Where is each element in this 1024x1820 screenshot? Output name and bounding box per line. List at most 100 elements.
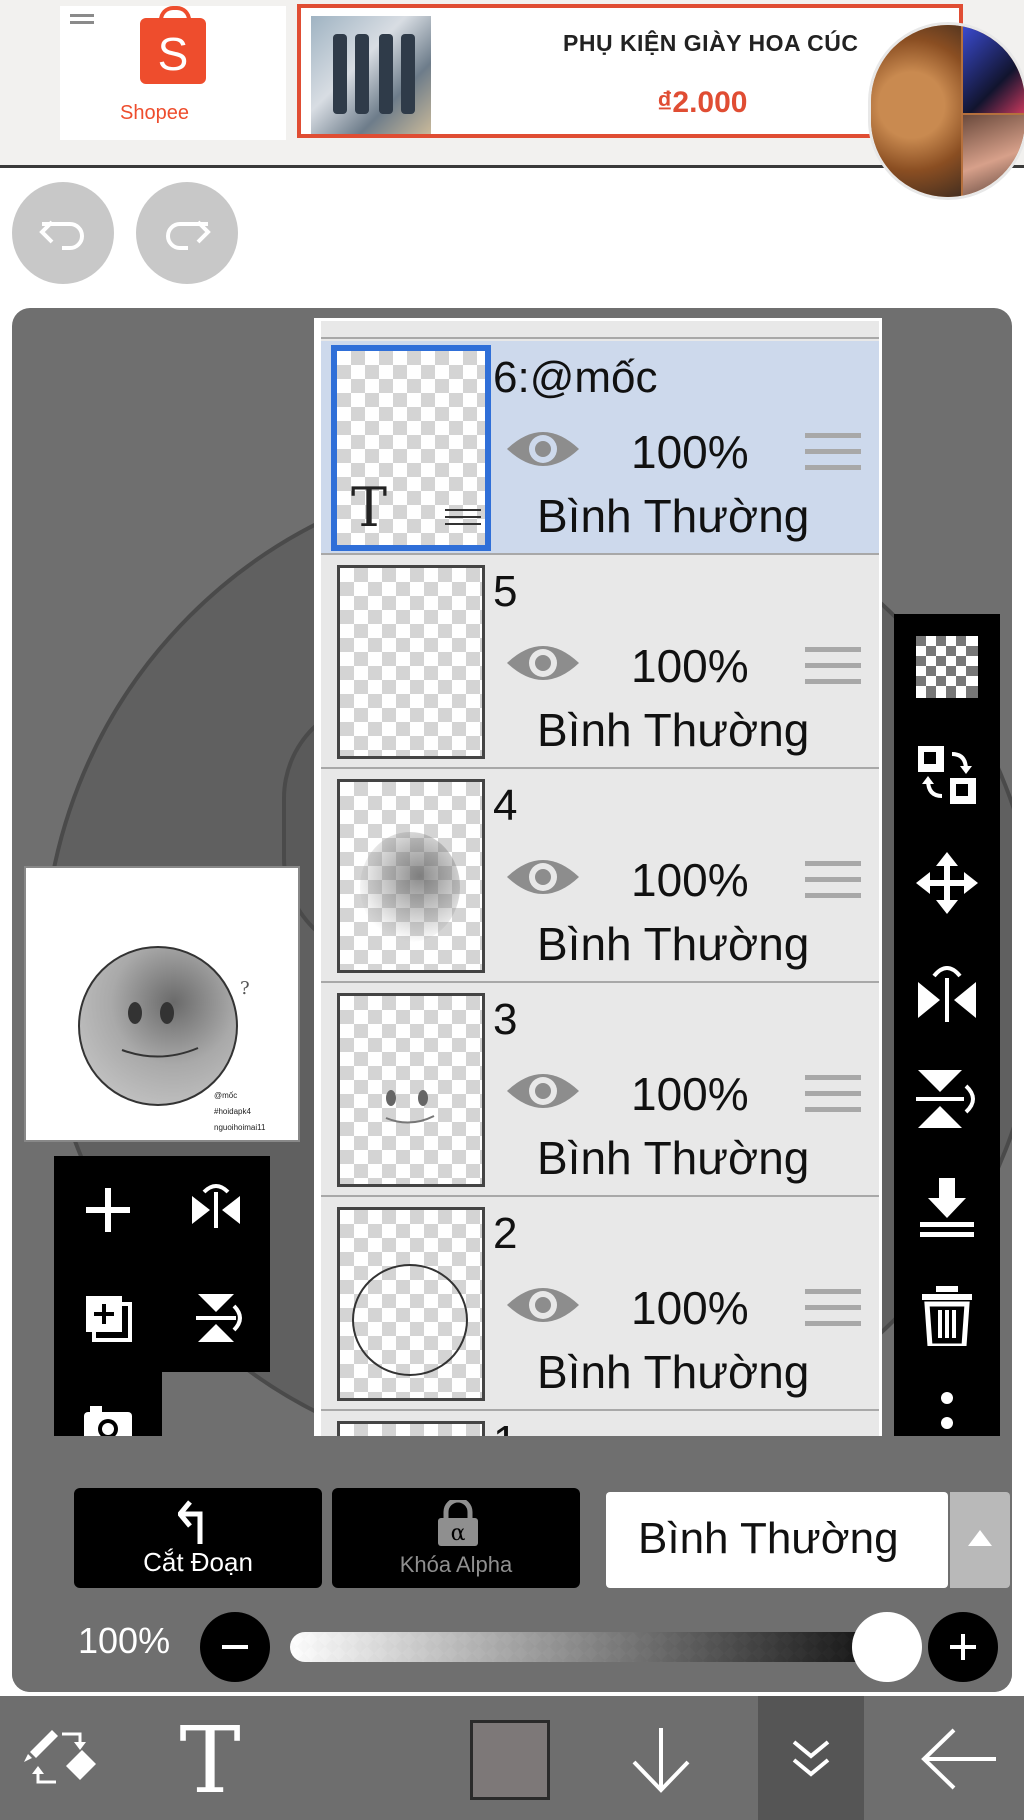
redo-button[interactable] — [136, 182, 238, 284]
layer-row-5[interactable]: 5 100% Bình Thường — [321, 555, 879, 769]
swap-layers-button[interactable] — [894, 722, 1000, 830]
blend-mode-dropdown-arrow-icon[interactable] — [950, 1492, 1010, 1588]
flip-layer-vertical-button[interactable] — [162, 1264, 270, 1372]
add-layer-button[interactable] — [54, 1156, 162, 1264]
layer-name: 2 — [493, 1209, 518, 1258]
flip-vertical-button[interactable] — [894, 1046, 1000, 1154]
drag-handle-icon[interactable] — [805, 1289, 861, 1337]
layer-opacity: 100% — [631, 854, 749, 906]
clipping-label: Cắt Đoạn — [143, 1547, 253, 1577]
undo-button[interactable] — [12, 182, 114, 284]
delete-layer-button[interactable] — [894, 1262, 1000, 1370]
layer-blend-mode: Bình Thường — [537, 918, 810, 970]
flip-layer-horizontal-button[interactable] — [162, 1156, 270, 1264]
blend-mode-value: Bình Thường — [638, 1514, 899, 1563]
transparent-fill-button[interactable] — [894, 614, 1000, 722]
layers-panel: T 6:@mốc 100% Bình Thường 5 100% Bình Th… — [314, 318, 882, 1478]
current-color-swatch[interactable] — [470, 1720, 550, 1800]
flip-horizontal-button[interactable] — [894, 938, 1000, 1046]
layers-list[interactable]: T 6:@mốc 100% Bình Thường 5 100% Bình Th… — [321, 321, 879, 1475]
ad-menu-icon[interactable] — [70, 14, 94, 32]
ad-banner[interactable]: S Shopee PHỤ KIỆN GIÀY HOA CÚC ₫2.000 — [0, 0, 1024, 200]
trash-icon — [922, 1286, 972, 1346]
alpha-lock-label: Khóa Alpha — [399, 1552, 513, 1577]
drag-handle-icon[interactable] — [805, 861, 861, 909]
shopee-bag-icon: S — [140, 6, 206, 84]
back-button[interactable] — [904, 1696, 1014, 1820]
layer-name: 3 — [493, 995, 518, 1044]
preview-note-line3: nguoihoimai11 — [214, 1123, 266, 1132]
preview-note-line1: @mốc — [214, 1091, 238, 1100]
floating-avatar[interactable] — [868, 22, 1024, 200]
ad-product-image — [311, 16, 431, 134]
layer-controls: Cắt Đoạn α Khóa Alpha Bình Thường 100% — [12, 1436, 1012, 1692]
alpha-lock-button[interactable]: α Khóa Alpha — [332, 1488, 580, 1588]
layer-thumbnail[interactable] — [337, 565, 485, 759]
layer-blend-mode: Bình Thường — [537, 704, 810, 756]
merge-down-icon — [920, 1178, 974, 1237]
text-tool-icon: T — [179, 1716, 240, 1800]
shopee-brand-text: Shopee — [120, 102, 189, 124]
duplicate-layer-icon — [86, 1296, 132, 1342]
layer-opacity: 100% — [631, 426, 749, 478]
ad-product-card[interactable]: PHỤ KIỆN GIÀY HOA CÚC ₫2.000 — [297, 4, 963, 138]
move-button[interactable] — [894, 830, 1000, 938]
eye-icon[interactable] — [503, 849, 583, 905]
arrow-down-icon — [632, 1728, 690, 1793]
layer-row-2[interactable]: 2 100% Bình Thường — [321, 1197, 879, 1411]
layer-blend-mode: Bình Thường — [537, 1132, 810, 1184]
layers-panel-toggle-button[interactable] — [758, 1696, 864, 1820]
layer-row-3[interactable]: 3 100% Bình Thường — [321, 983, 879, 1197]
layers-list-top-edge — [321, 321, 879, 339]
layer-opacity: 100% — [631, 1282, 749, 1334]
flip-horizontal-icon — [192, 1184, 240, 1228]
swap-layers-icon — [918, 746, 976, 804]
eye-icon[interactable] — [503, 635, 583, 691]
text-layer-icon: T — [351, 476, 388, 539]
drag-handle-icon[interactable] — [805, 647, 861, 695]
blend-mode-select[interactable]: Bình Thường — [606, 1492, 948, 1588]
svg-text:T: T — [179, 1716, 240, 1800]
flip-vertical-icon — [916, 1070, 975, 1128]
layer-name: 4 — [493, 781, 518, 830]
redo-icon — [166, 220, 211, 250]
eye-icon[interactable] — [503, 421, 583, 477]
back-arrow-icon — [921, 1728, 996, 1790]
opacity-slider[interactable] — [290, 1632, 896, 1662]
preview-moon-drawing — [78, 946, 238, 1106]
layer-thumbnail[interactable] — [337, 779, 485, 973]
opacity-decrease-button[interactable] — [200, 1612, 270, 1682]
layer-down-button[interactable] — [616, 1696, 706, 1820]
layer-opacity: 100% — [631, 640, 749, 692]
layer-thumbnail[interactable] — [337, 993, 485, 1187]
add-layer-icon — [86, 1188, 130, 1232]
merge-down-button[interactable] — [894, 1154, 1000, 1262]
drag-handle-icon[interactable] — [805, 433, 861, 481]
layer-opacity: 100% — [631, 1068, 749, 1120]
clipping-button[interactable]: Cắt Đoạn — [74, 1488, 322, 1588]
preview-note-line2: #hoidapk4 — [214, 1107, 251, 1116]
svg-text:α: α — [451, 1521, 466, 1546]
opacity-value: 100% — [78, 1620, 171, 1661]
flip-horizontal-icon — [918, 966, 976, 1022]
drag-handle-icon[interactable] — [805, 1075, 861, 1123]
canvas-preview[interactable]: ? @mốc #hoidapk4 nguoihoimai11 — [24, 866, 300, 1142]
opacity-slider-knob[interactable] — [852, 1612, 922, 1682]
layer-row-6[interactable]: T 6:@mốc 100% Bình Thường — [321, 341, 879, 555]
bottom-toolbar: T — [0, 1696, 1024, 1820]
layer-thumbnail[interactable] — [337, 1207, 485, 1401]
flip-vertical-icon — [196, 1294, 242, 1342]
layer-row-4[interactable]: 4 100% Bình Thường — [321, 769, 879, 983]
duplicate-layer-button[interactable] — [54, 1264, 162, 1372]
opacity-increase-button[interactable] — [928, 1612, 998, 1682]
layer-blend-mode: Bình Thường — [537, 490, 810, 542]
eye-icon[interactable] — [503, 1277, 583, 1333]
layer-thumbnail[interactable]: T — [331, 345, 491, 551]
brush-eraser-toggle-button[interactable] — [0, 1696, 130, 1820]
brush-eraser-icon — [24, 1730, 96, 1784]
alpha-lock-icon: α — [438, 1500, 478, 1546]
text-tool-button[interactable]: T — [160, 1696, 260, 1820]
minus-icon — [222, 1645, 248, 1649]
eye-icon[interactable] — [503, 1063, 583, 1119]
undo-icon — [39, 220, 84, 250]
